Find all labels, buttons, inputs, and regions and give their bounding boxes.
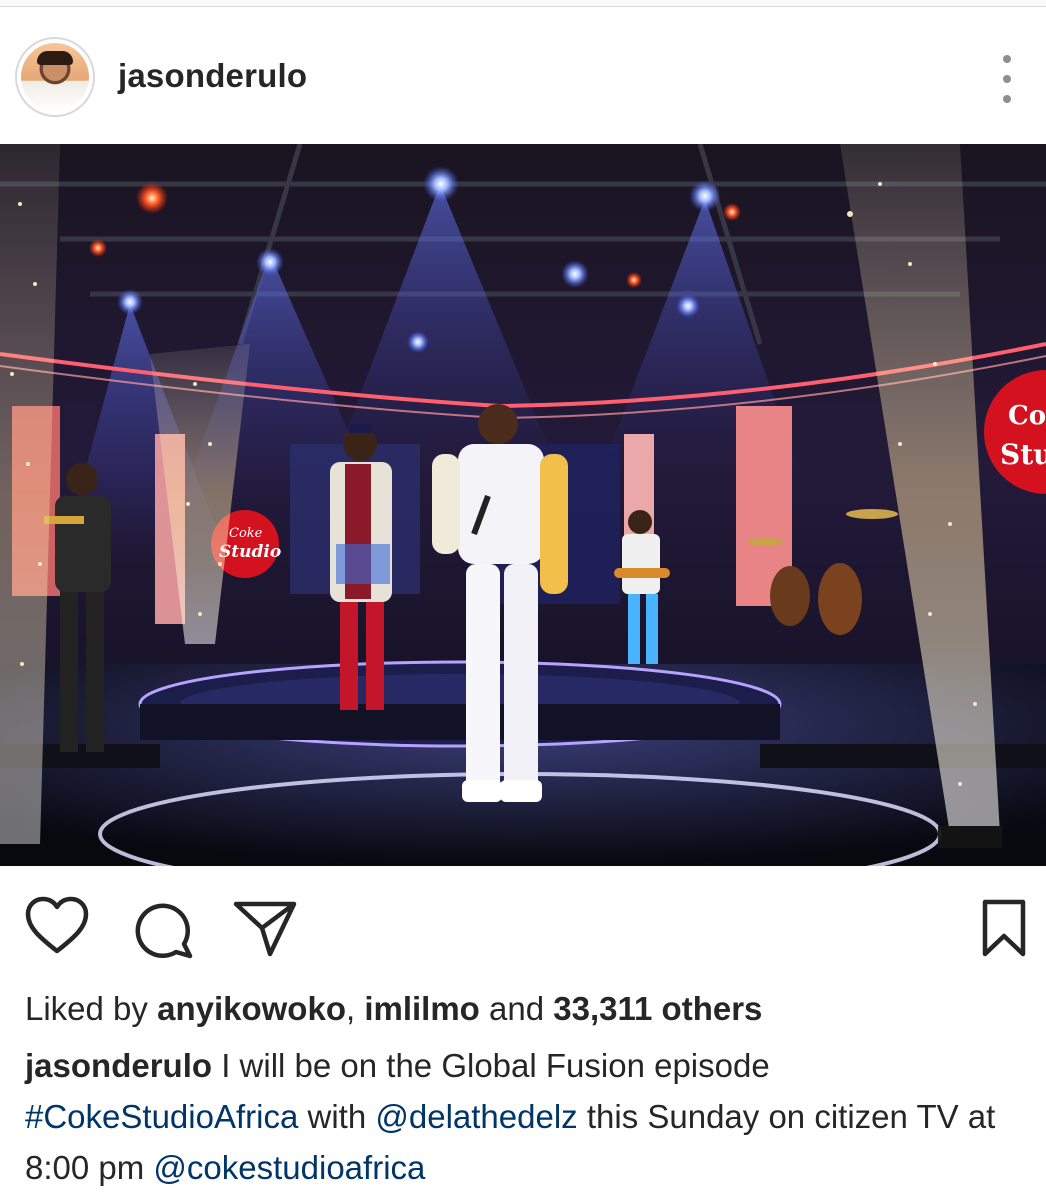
liked-by-user-2[interactable]: imlilmo: [364, 990, 480, 1027]
likes-summary: Liked by anyikowoko, imlilmo and 33,311 …: [25, 990, 762, 1028]
post-header: jasonderulo: [0, 7, 1046, 145]
coke-logo-text: Coke: [229, 526, 263, 541]
post-caption: jasonderulo I will be on the Global Fusi…: [25, 1040, 1025, 1193]
post-action-bar: [0, 895, 1046, 965]
stage-photo: Coke Studio Co Stu: [0, 144, 1046, 866]
likes-and: and: [489, 990, 545, 1027]
heart-icon[interactable]: [24, 895, 90, 957]
caption-mention-1[interactable]: @delathedelz: [375, 1098, 577, 1135]
top-divider: [0, 0, 1046, 7]
likes-separator: ,: [345, 990, 356, 1027]
comment-icon[interactable]: [132, 898, 194, 960]
caption-mention-2[interactable]: @cokestudioafrica: [153, 1149, 425, 1186]
bookmark-icon[interactable]: [980, 898, 1028, 958]
caption-hashtag[interactable]: #CokeStudioAfrica: [25, 1098, 298, 1135]
svg-text:Stu: Stu: [1000, 438, 1046, 471]
caption-text-1: I will be on the Global Fusion episode: [221, 1047, 770, 1084]
likes-count[interactable]: 33,311 others: [553, 990, 762, 1027]
studio-logo-text: Studio: [219, 542, 281, 562]
caption-username[interactable]: jasonderulo: [25, 1047, 212, 1084]
share-icon[interactable]: [232, 898, 298, 958]
avatar[interactable]: [15, 37, 95, 117]
avatar-image: [21, 43, 89, 111]
caption-text-2: with: [307, 1098, 367, 1135]
post-username[interactable]: jasonderulo: [118, 57, 307, 95]
more-vertical-icon[interactable]: [992, 55, 1022, 103]
svg-text:Co: Co: [1008, 401, 1046, 431]
likes-prefix: Liked by: [25, 990, 148, 1027]
post-image[interactable]: Coke Studio Co Stu: [0, 144, 1046, 866]
liked-by-user-1[interactable]: anyikowoko: [157, 990, 346, 1027]
